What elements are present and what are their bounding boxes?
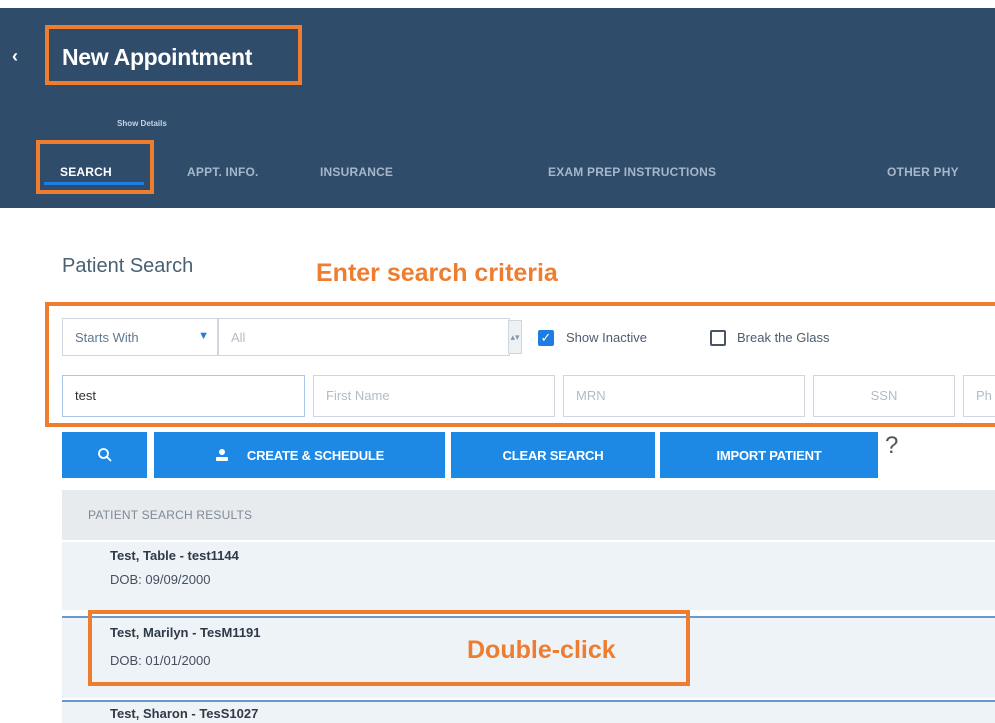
- patient-dob: DOB: 09/09/2000: [110, 572, 211, 587]
- results-header: PATIENT SEARCH RESULTS: [62, 490, 995, 540]
- table-row[interactable]: Test, Sharon - TesS1027: [62, 702, 995, 723]
- annotation-enter-criteria: Enter search criteria: [316, 259, 558, 287]
- tab-insurance[interactable]: INSURANCE: [320, 165, 393, 179]
- show-details-link[interactable]: Show Details: [117, 119, 167, 128]
- tab-other-phy[interactable]: OTHER PHY: [887, 165, 959, 179]
- patient-search-title: Patient Search: [62, 255, 194, 277]
- tab-exam-prep[interactable]: EXAM PREP INSTRUCTIONS: [548, 165, 716, 179]
- annotation-box-criteria: [45, 302, 995, 427]
- search-icon: [97, 448, 112, 462]
- search-button[interactable]: [62, 432, 147, 478]
- person-icon: [215, 449, 228, 461]
- clear-search-button[interactable]: CLEAR SEARCH: [451, 432, 655, 478]
- annotation-box-search-tab: [36, 140, 154, 194]
- help-icon[interactable]: ?: [885, 432, 898, 460]
- patient-name: Test, Table - test1144: [110, 548, 239, 563]
- create-schedule-label: CREATE & SCHEDULE: [246, 447, 385, 463]
- table-row[interactable]: Test, Table - test1144 DOB: 09/09/2000: [62, 542, 995, 610]
- annotation-box-title: [45, 25, 302, 85]
- create-schedule-button[interactable]: CREATE & SCHEDULE: [154, 432, 445, 478]
- import-patient-button[interactable]: IMPORT PATIENT: [660, 432, 878, 478]
- tab-appt-info[interactable]: APPT. INFO.: [187, 165, 259, 179]
- annotation-double-click: Double-click: [467, 636, 616, 664]
- back-chevron-icon[interactable]: ‹: [12, 46, 18, 67]
- patient-name: Test, Sharon - TesS1027: [110, 706, 259, 721]
